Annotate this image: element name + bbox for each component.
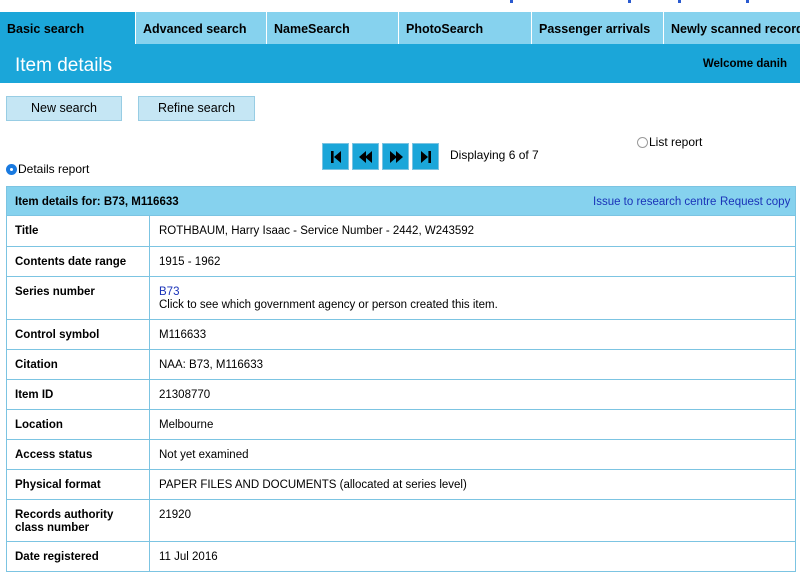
item-details-table: Item details for: B73, M116633 Issue to … [6,186,796,572]
row-value: Not yet examined [159,449,249,461]
item-details-heading: Item details for: B73, M116633 [15,196,179,208]
row-date-registered: Date registered 11 Jul 2016 [6,542,796,572]
row-value: ROTHBAUM, Harry Isaac - Service Number -… [159,225,475,237]
pagination-status: Displaying 6 of 7 [450,148,539,162]
row-label: Access status [7,440,150,469]
tab-newly-scanned-records[interactable]: Newly scanned records [664,12,800,44]
row-records-authority-class-number: Records authority class number 21920 [6,500,796,542]
top-link-fragments [500,0,800,3]
row-access-status: Access status Not yet examined [6,440,796,470]
issue-to-research-centre-link[interactable]: Issue to research centre [593,196,716,208]
row-label: Item ID [7,380,150,409]
row-value: M116633 [159,329,207,341]
row-label: Control symbol [7,320,150,349]
tab-advanced-search[interactable]: Advanced search [136,12,267,44]
row-label: Series number [7,277,150,319]
row-value: PAPER FILES AND DOCUMENTS (allocated at … [159,479,467,491]
refine-search-button[interactable]: Refine search [138,96,255,121]
series-number-hint: Click to see which government agency or … [159,299,498,311]
tab-photosearch[interactable]: PhotoSearch [399,12,532,44]
tab-passenger-arrivals[interactable]: Passenger arrivals [532,12,664,44]
row-label: Contents date range [7,247,150,276]
tab-basic-search[interactable]: Basic search [0,12,136,44]
row-label: Physical format [7,470,150,499]
row-value: Melbourne [159,419,214,431]
row-label: Citation [7,350,150,379]
row-value: NAA: B73, M116633 [159,359,263,371]
row-contents-date-range: Contents date range 1915 - 1962 [6,247,796,277]
row-title: Title ROTHBAUM, Harry Isaac - Service Nu… [6,216,796,247]
item-details-header: Item details for: B73, M116633 Issue to … [6,186,796,216]
details-report-option[interactable]: Details report [6,162,796,176]
row-series-number: Series number B73 Click to see which gov… [6,277,796,320]
row-label: Records authority class number [7,500,150,541]
list-report-label: List report [649,135,703,149]
row-value: 21920 [159,509,191,521]
row-value: 21308770 [159,389,211,401]
page-header: Item details Welcome danih [0,44,800,83]
list-report-option[interactable]: List report [637,135,702,149]
welcome-text: Welcome danih [702,58,787,70]
series-number-link[interactable]: B73 [159,286,179,298]
list-report-radio[interactable] [637,136,648,148]
row-label: Location [7,410,150,439]
new-search-button[interactable]: New search [6,96,122,121]
row-label: Date registered [7,542,150,571]
row-label: Title [7,216,150,246]
row-value: 1915 - 1962 [159,256,221,268]
row-item-id: Item ID 21308770 [6,380,796,410]
tab-namesearch[interactable]: NameSearch [267,12,399,44]
row-physical-format: Physical format PAPER FILES AND DOCUMENT… [6,470,796,500]
nav-tabs: Basic search Advanced search NameSearch … [0,12,800,44]
row-value: B73 Click to see which government agency… [150,277,795,319]
request-copy-link[interactable]: Request copy [720,196,790,208]
row-value: 11 Jul 2016 [159,551,218,563]
details-report-radio[interactable] [6,163,17,175]
details-report-label: Details report [18,162,90,176]
row-control-symbol: Control symbol M116633 [6,320,796,350]
page-title: Item details [15,55,113,76]
row-citation: Citation NAA: B73, M116633 [6,350,796,380]
row-location: Location Melbourne [6,410,796,440]
